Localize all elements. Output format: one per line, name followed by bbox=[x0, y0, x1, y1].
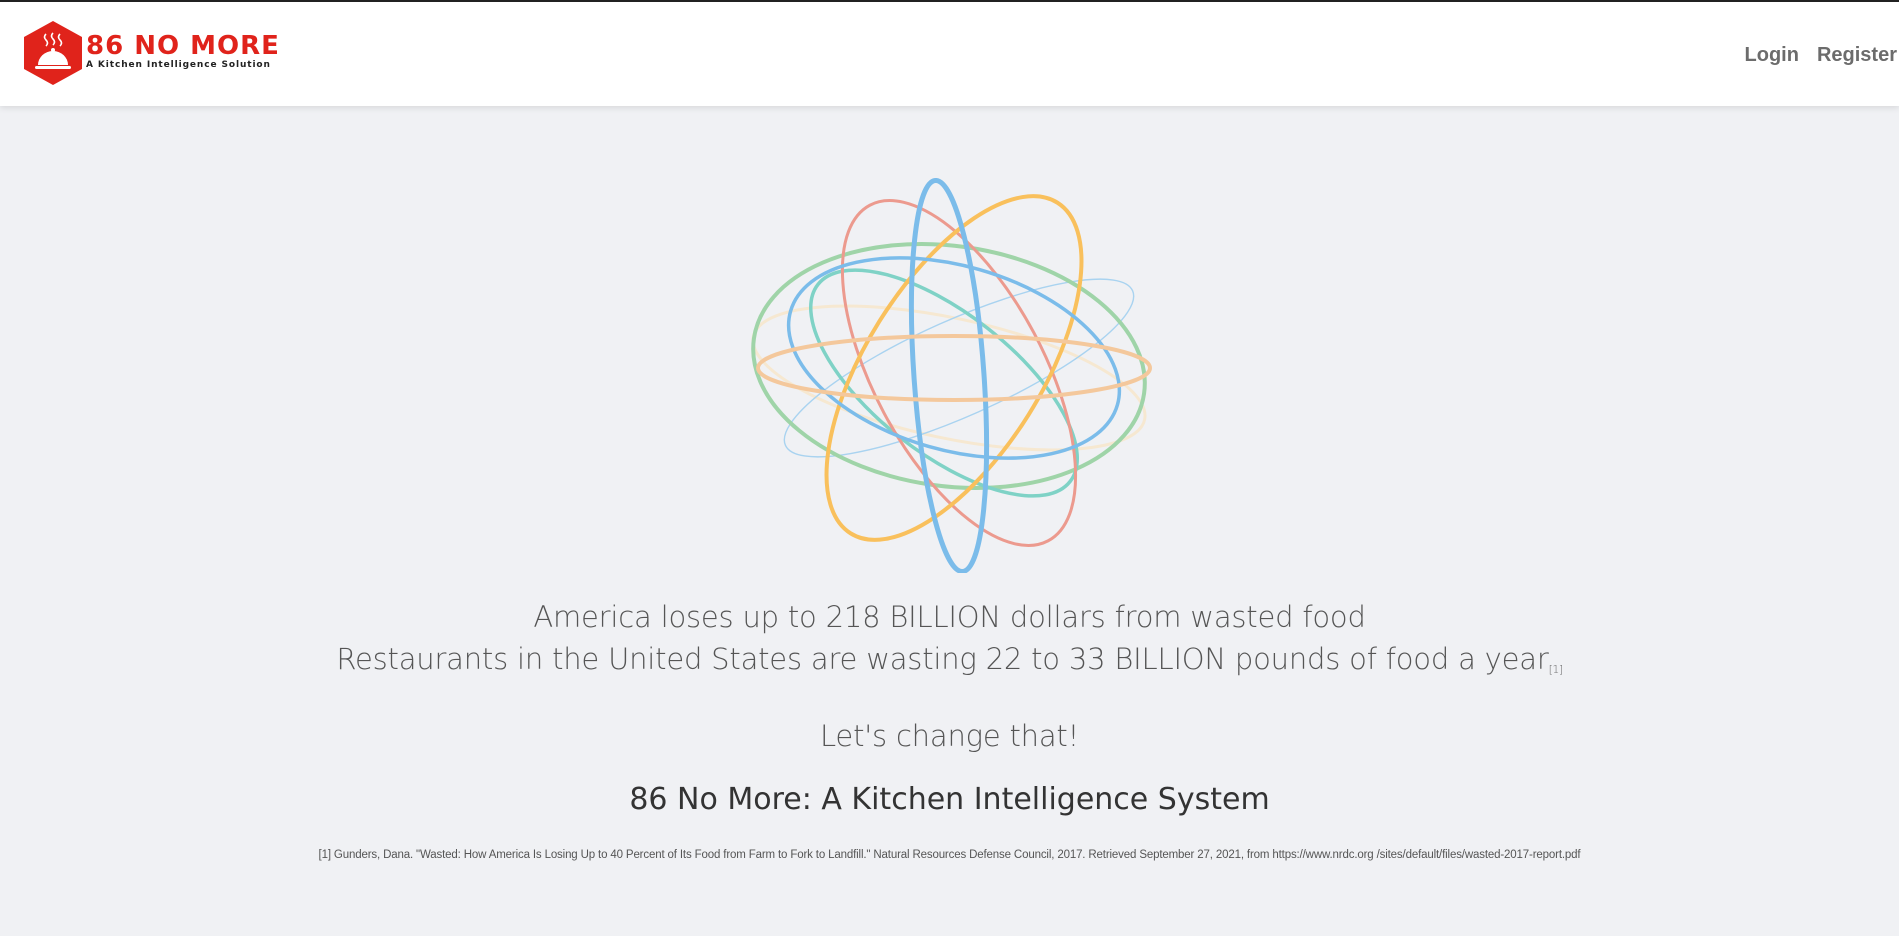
register-link[interactable]: Register bbox=[1817, 44, 1897, 67]
hero-line-2: Restaurants in the United States are was… bbox=[0, 638, 1899, 691]
hero-section: America loses up to 218 BILLION dollars … bbox=[0, 596, 1899, 861]
call-to-action: Let's change that! bbox=[819, 719, 1079, 753]
citation-marker[interactable]: [1] bbox=[1549, 663, 1564, 676]
hero-line-2-text: Restaurants in the United States are was… bbox=[336, 642, 1549, 676]
orbit-ring bbox=[756, 334, 1152, 402]
nav-links: Login Register bbox=[1745, 44, 1899, 67]
hero-line-1: America loses up to 218 BILLION dollars … bbox=[533, 600, 1366, 634]
brand-name: 86 NO MORE bbox=[86, 30, 280, 61]
orbit-rings-animation bbox=[751, 178, 1152, 573]
brand-logo[interactable]: 86 NO MORE A Kitchen Intelligence Soluti… bbox=[22, 20, 280, 86]
cloche-hexagon-icon bbox=[24, 21, 82, 85]
system-title: 86 No More: A Kitchen Intelligence Syste… bbox=[629, 782, 1270, 817]
orbit-ring bbox=[824, 194, 1084, 542]
login-link[interactable]: Login bbox=[1745, 44, 1799, 67]
orbit-ring bbox=[751, 304, 1147, 452]
navbar: 86 NO MORE A Kitchen Intelligence Soluti… bbox=[0, 2, 1899, 106]
footnote: [1] Gunders, Dana. "Wasted: How America … bbox=[318, 849, 1581, 861]
brand-tagline: A Kitchen Intelligence Solution bbox=[86, 59, 271, 70]
